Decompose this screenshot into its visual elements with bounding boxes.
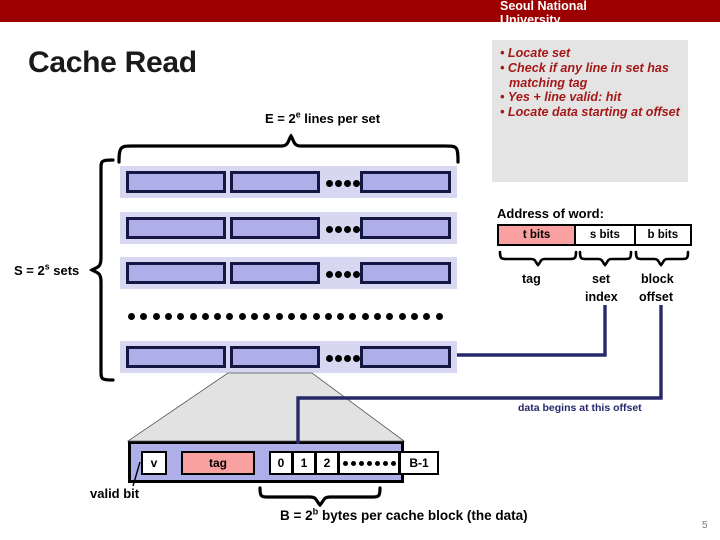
ellipsis-dot (140, 313, 148, 320)
ellipsis-dot (275, 313, 283, 320)
ellipsis-dot (435, 313, 443, 320)
valid-bit-label: valid bit (90, 486, 140, 501)
ellipsis-dot (238, 313, 246, 320)
cache-set-row (120, 212, 457, 244)
ellipsis-dot (423, 313, 431, 320)
steps-callout-box: Locate set Check if any line in set has … (492, 40, 688, 182)
address-of-word-title: Address of word: (497, 206, 604, 221)
ellipsis-dot (263, 313, 271, 320)
zoom-trapezoid (126, 372, 406, 442)
ellipsis-dot (374, 313, 381, 320)
address-segment-block-offset: b bits (647, 229, 679, 241)
block-capacity-pre: B = 2 (280, 508, 313, 523)
block-offset-connector (296, 305, 663, 444)
address-label-block: block (641, 272, 674, 286)
ellipsis-dot (300, 313, 308, 320)
list-item: Locate set (500, 46, 684, 61)
ellipsis-dot (226, 313, 234, 320)
sets-label-pre: S = 2 (14, 263, 45, 278)
block-capacity-label: B = 2b bytes per cache block (the data) (280, 507, 528, 523)
block-capacity-post: bytes per cache block (the data) (318, 508, 528, 523)
block-bytes-brace (258, 486, 382, 508)
cache-line (360, 217, 451, 239)
lines-per-set-label: E = 2e lines per set (265, 110, 381, 126)
lines-per-set-brace (117, 133, 460, 164)
valid-bit-cell: v (141, 451, 167, 475)
list-item: Yes + line valid: hit (500, 90, 684, 105)
cache-line (230, 171, 320, 193)
ellipsis-dot (287, 313, 295, 320)
ellipsis-dots (342, 460, 396, 466)
ellipsis-dot (312, 313, 320, 320)
cache-line (230, 262, 320, 284)
ellipsis-dot (152, 313, 160, 320)
cache-line (360, 346, 451, 368)
set-index-connector (457, 305, 607, 357)
cache-line-detail: v tag 0 1 2 B-1 (128, 441, 439, 483)
data-byte-cell: 1 (292, 451, 316, 475)
list-item: Locate data starting at offset (500, 105, 684, 120)
data-bytes-ellipsis (338, 451, 400, 475)
sets-vertical-ellipsis (128, 313, 448, 321)
cache-set-row (120, 341, 457, 373)
cache-line (360, 171, 451, 193)
ellipsis-dot (251, 313, 258, 320)
cache-line (126, 346, 226, 368)
ellipsis-dot (201, 313, 209, 320)
sets-brace (88, 158, 115, 382)
ellipsis-dot (361, 313, 369, 320)
address-label-set: set (592, 272, 611, 286)
ellipsis-dot (398, 313, 406, 320)
cache-line (360, 262, 451, 284)
sets-label-post: sets (49, 263, 80, 278)
lines-per-set-label-post: lines per set (300, 111, 381, 126)
ellipsis-dot (410, 313, 418, 320)
address-label-tag: tag (522, 272, 541, 286)
data-byte-cell: 2 (315, 451, 339, 475)
tag-brace (498, 250, 578, 267)
slide-canvas: Seoul National University Cache Read Loc… (0, 0, 720, 540)
cache-line (126, 217, 226, 239)
data-byte-last-cell: B-1 (399, 451, 439, 475)
ellipsis-dot (337, 313, 345, 320)
ellipsis-dots (326, 226, 360, 233)
cache-line (230, 217, 320, 239)
ellipsis-dots (326, 271, 360, 278)
university-name: Seoul National University (500, 0, 587, 27)
ellipsis-dot (324, 313, 332, 320)
set-index-brace (578, 250, 633, 267)
ellipsis-dot (177, 313, 185, 320)
address-bit-bar: t bits s bits b bits (497, 224, 692, 246)
address-label-offset: offset (639, 290, 674, 304)
ellipsis-dot (128, 313, 135, 320)
ellipsis-dot (189, 313, 197, 320)
ellipsis-dot (164, 313, 172, 320)
cache-line (126, 262, 226, 284)
cache-set-row (120, 166, 457, 198)
ellipsis-dot (214, 313, 222, 320)
data-byte-cell: 0 (269, 451, 293, 475)
cache-line (230, 346, 320, 368)
block-offset-brace (634, 250, 690, 267)
cache-line (126, 171, 226, 193)
address-segment-tag: t bits (499, 226, 577, 244)
sets-label: S = 2s sets (14, 262, 80, 278)
ellipsis-dots (326, 180, 360, 187)
address-segment-set-index: s bits (576, 226, 636, 244)
lines-per-set-label-pre: E = 2 (265, 111, 296, 126)
cache-set-row (120, 257, 457, 289)
ellipsis-dot (386, 313, 394, 320)
steps-list: Locate set Check if any line in set has … (492, 40, 688, 120)
offset-note-label: data begins at this offset (518, 402, 642, 414)
ellipsis-dot (349, 313, 357, 320)
address-label-index: index (585, 290, 618, 304)
page-title: Cache Read (28, 46, 197, 79)
ellipsis-dots (326, 355, 360, 362)
list-item: Check if any line in set has matching ta… (500, 61, 684, 91)
slide-number: 5 (702, 520, 708, 531)
tag-cell: tag (181, 451, 255, 475)
